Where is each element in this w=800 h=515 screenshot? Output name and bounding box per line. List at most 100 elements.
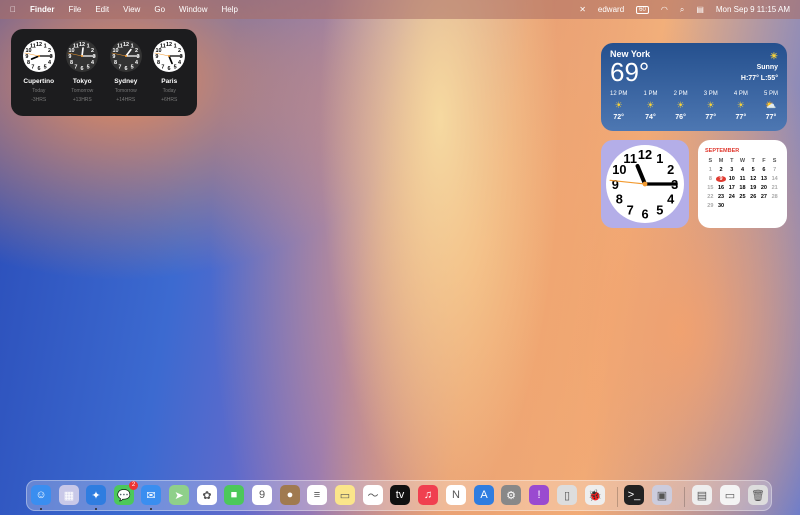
search-icon[interactable]: ⌕ [680,5,684,15]
partly-cloudy-icon: ⛅ [765,100,777,110]
iphone-mirroring-icon: ▯ [563,489,571,502]
dock-safari[interactable]: ✦ [86,485,106,505]
calendar-day[interactable]: 5 [748,167,759,173]
dock-terminal[interactable]: >_ [624,485,644,505]
dock-calendar[interactable]: 9 [252,485,272,505]
reminders-icon: ≡ [313,489,321,501]
hour-label: 4 PM [733,91,748,97]
calendar-today[interactable]: 9 [715,176,727,182]
menu-window[interactable]: Window [179,5,207,14]
dock-bug-app[interactable]: 🐞 [585,485,605,505]
day-label: Today [32,88,46,94]
user-menu[interactable]: edward [598,5,624,14]
menu-edit[interactable]: Edit [95,5,109,14]
svg-text:5: 5 [174,65,177,71]
world-clock-widget[interactable]: 1 2 3 4 5 6 7 8 9 10 11 12 Cupertino Today -3HRS 12345… [11,29,197,116]
calendar-day[interactable]: 26 [748,194,759,200]
hour-temp: 77° [765,114,777,121]
menu-help[interactable]: Help [221,5,237,14]
city-name: Tokyo [72,78,92,85]
hour-temp: 76° [675,114,686,121]
dock-music[interactable]: ♫ [418,485,438,505]
menu-file[interactable]: File [68,5,81,14]
svg-text:8: 8 [114,60,117,66]
analog-clock-widget[interactable]: 123456789101112 [601,140,689,228]
apple-menu[interactable]:  [10,5,16,14]
calendar-day[interactable]: 27 [759,194,770,200]
calendar-day[interactable]: 25 [737,194,748,200]
menu-view[interactable]: View [123,5,140,14]
calendar-day[interactable]: 14 [769,176,780,182]
svg-text:12: 12 [638,147,652,162]
control-center-icon[interactable]: ▤ [696,5,704,14]
calendar-day[interactable]: 1 [705,167,716,173]
clock-face: 123456789101112 [606,145,684,223]
dock-messages[interactable]: 💬 2 [114,481,138,505]
menu-go[interactable]: Go [154,5,165,14]
dock-notes[interactable]: ▭ [335,485,355,505]
mic-off-icon[interactable]: ✕ [579,5,586,14]
dock-trash[interactable]: 🗑 [748,485,768,505]
calendar-day[interactable]: 23 [716,194,727,200]
freeform-icon: 〜 [367,490,379,502]
world-clock-paris: 1 2 3 4 5 6 7 8 9 10 11 12 Paris Today +6HRS [148,39,190,116]
offset-label: +13HRS [72,97,92,103]
dock-finder[interactable]: ☺ [31,485,51,505]
dock-iphone-mirroring[interactable]: ▯ [557,485,577,505]
dock-photos[interactable]: ✿ [197,485,217,505]
notification-badge: 2 [129,481,138,490]
hourly-forecast: 3 PM ☀ 77° [704,91,718,121]
preview-icon: ▣ [656,489,668,502]
calendar-day[interactable]: 28 [769,194,780,200]
calendar-day[interactable]: 7 [769,167,780,173]
calendar-day[interactable]: 10 [726,176,737,182]
calendar-day[interactable]: 19 [748,185,759,191]
calendar-day[interactable]: 8 [705,176,716,182]
calendar-day[interactable]: 30 [716,203,727,209]
calendar-day[interactable]: 17 [726,185,737,191]
dock-downloads-stack[interactable]: ▤ [692,485,712,505]
svg-text:9: 9 [112,54,115,60]
tv-icon: tv [395,489,405,501]
dock-freeform[interactable]: 〜 [363,485,383,505]
hour-temp: 72° [613,114,624,121]
dock-news[interactable]: N [446,485,466,505]
calendar-widget[interactable]: SEPTEMBER S M T W T F S 1 2 3 4 5 6 7 8 9 10 11 12 13 14 15 16… [698,140,787,228]
calendar-day[interactable]: 4 [737,167,748,173]
calendar-day[interactable]: 11 [737,176,748,182]
svg-text:9: 9 [612,177,619,192]
dock-preview[interactable]: ▣ [652,485,672,505]
wifi-icon[interactable]: ◠ [661,5,668,14]
dock-screenshot-stack[interactable]: ▭ [720,485,740,505]
calendar-day[interactable]: 24 [726,194,737,200]
dock-feedback[interactable]: ! [529,485,549,505]
dock-app-store[interactable]: A [474,485,494,505]
dock-maps[interactable]: ➤ [169,485,189,505]
battery-icon[interactable]: 60 [636,5,649,14]
calendar-day[interactable]: 22 [705,194,716,200]
calendar-day[interactable]: 16 [716,185,727,191]
calendar-day[interactable]: 15 [705,185,716,191]
calendar-day[interactable]: 3 [726,167,737,173]
calendar-day[interactable]: 6 [759,167,770,173]
calendar-day[interactable]: 20 [759,185,770,191]
dock-reminders[interactable]: ≡ [307,485,327,505]
hour-temp: 74° [645,114,656,121]
calendar-day[interactable]: 29 [705,203,716,209]
dock-launchpad[interactable]: ▦ [59,485,79,505]
dock-mail[interactable]: ✉ [141,485,161,505]
calendar-day[interactable]: 13 [759,176,770,182]
clock-datetime[interactable]: Mon Sep 9 11:15 AM [716,5,790,14]
weather-widget[interactable]: New York 69° ☀ Sunny H:77° L:55° 12 PM ☀ 72°… [601,43,787,131]
dock-system-settings[interactable]: ⚙ [501,485,521,505]
weekday-label: T [751,158,755,164]
calendar-day[interactable]: 18 [737,185,748,191]
calendar-day[interactable]: 21 [769,185,780,191]
calendar-day[interactable]: 12 [748,176,759,182]
dock-contacts[interactable]: ● [280,485,300,505]
weekday-label: W [739,158,746,164]
app-menu[interactable]: Finder [30,5,54,14]
dock-tv[interactable]: tv [390,485,410,505]
dock-facetime[interactable]: ■ [224,485,244,505]
calendar-day[interactable]: 2 [716,167,727,173]
